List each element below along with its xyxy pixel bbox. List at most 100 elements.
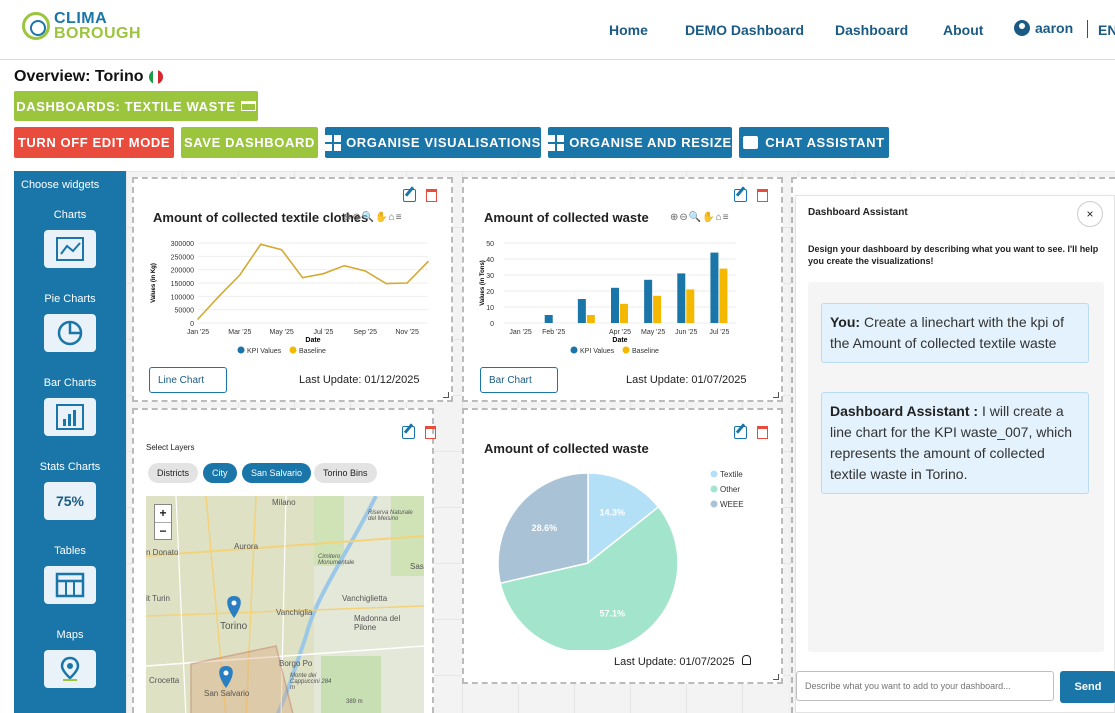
edit-icon[interactable] — [403, 189, 416, 202]
organise-visualisations-label: ORGANISE VISUALISATIONS — [346, 135, 541, 150]
y-tick-label: 10 — [486, 305, 494, 312]
legend-item: Baseline — [299, 348, 326, 355]
page-title: Overview: Torino — [14, 68, 163, 86]
chart-toolbar[interactable]: ⊕⊖🔍✋⌂≡ — [343, 212, 403, 223]
resize-handle[interactable] — [773, 674, 779, 680]
y-axis-title: Values (in Tons) — [480, 260, 486, 306]
sidebar-item-maps[interactable] — [44, 650, 96, 688]
logo-icon — [22, 12, 50, 40]
y-tick-label: 50 — [486, 241, 494, 248]
organise-and-resize-button[interactable]: ORGANISE AND RESIZE — [548, 127, 732, 158]
dashboards-dropdown-button[interactable]: DASHBOARDS: TEXTILE WASTE — [14, 91, 258, 121]
y-tick-label: 0 — [490, 321, 494, 328]
user-name: aaron — [1035, 20, 1074, 36]
turn-off-edit-mode-button[interactable]: TURN OFF EDIT MODE — [14, 127, 174, 158]
y-tick-label: 40 — [486, 257, 494, 264]
close-icon[interactable]: × — [1077, 201, 1103, 227]
nav-home[interactable]: Home — [609, 22, 648, 38]
delete-icon[interactable] — [757, 189, 768, 202]
layer-chip-san-salvario[interactable]: San Salvario — [242, 463, 312, 483]
user-icon — [1014, 20, 1030, 36]
bar — [577, 299, 586, 323]
y-axis-title: Values (in Kg) — [151, 263, 157, 303]
nav-dashboard[interactable]: Dashboard — [835, 22, 908, 38]
bar — [686, 289, 695, 323]
map-view[interactable]: Milano Aurora n Donato it Turin Vanchigl… — [146, 496, 424, 713]
bar — [644, 279, 653, 323]
x-tick-label: Feb '25 — [542, 329, 565, 336]
delete-icon[interactable] — [426, 189, 437, 202]
delete-icon[interactable] — [757, 426, 768, 439]
x-tick-label: Nov '25 — [395, 329, 419, 336]
pie-chart-widget[interactable]: Amount of collected waste 14.3% 57.1% 28.6… — [462, 408, 783, 684]
legend-marker — [710, 500, 718, 508]
y-tick-label: 150000 — [171, 281, 194, 288]
bar — [710, 252, 719, 323]
line-chart-icon — [56, 237, 84, 261]
layer-chip-torino-bins[interactable]: Torino Bins — [314, 463, 377, 483]
nav-about[interactable]: About — [943, 22, 983, 38]
organise-visualisations-button[interactable]: ORGANISE VISUALISATIONS — [325, 127, 541, 158]
assistant-message: Dashboard Assistant : I will create a li… — [821, 392, 1089, 494]
resize-handle[interactable] — [773, 392, 779, 398]
nav-demo-dashboard[interactable]: DEMO Dashboard — [685, 22, 804, 38]
sidebar-item-stats-charts[interactable]: 75% — [44, 482, 96, 520]
chat-assistant-panel: Dashboard Assistant × Design your dashbo… — [795, 195, 1115, 713]
map-label: Monte dei Cappuccini 284 m — [290, 673, 332, 691]
line-chart-widget[interactable]: Amount of collected textile clothes ⊕⊖🔍✋… — [132, 177, 453, 402]
logo-text-line1: CLIMA — [54, 10, 108, 27]
climaborough-logo[interactable]: CLIMA BOROUGH — [22, 10, 141, 42]
zoom-out-button[interactable]: − — [155, 522, 171, 540]
data-point — [406, 282, 408, 284]
sidebar-item-bar-charts[interactable] — [44, 398, 96, 436]
legend-marker — [237, 346, 245, 354]
chat-assistant-button[interactable]: CHAT ASSISTANT — [739, 127, 889, 158]
bar — [611, 287, 619, 323]
data-point — [280, 248, 283, 251]
chart-type-button[interactable]: Bar Chart — [480, 367, 558, 393]
chart-type-button[interactable]: Line Chart — [149, 367, 227, 393]
save-dashboard-button[interactable]: SAVE DASHBOARD — [181, 127, 318, 158]
y-tick-label: 0 — [190, 321, 194, 328]
delete-icon[interactable] — [425, 426, 436, 439]
message-speaker: Dashboard Assistant : — [830, 403, 979, 419]
bar — [719, 268, 728, 323]
zoom-in-button[interactable]: + — [155, 505, 171, 522]
map-widget[interactable]: Select Layers Districts City San Salvari… — [132, 408, 436, 713]
data-point — [259, 243, 262, 246]
edit-icon[interactable] — [402, 426, 415, 439]
bar — [620, 303, 628, 323]
bell-icon[interactable] — [742, 655, 751, 665]
send-button[interactable]: Send — [1060, 671, 1115, 703]
data-point — [218, 295, 220, 298]
chat-input[interactable] — [796, 671, 1054, 701]
pie-chart-icon — [57, 320, 83, 346]
legend-marker — [570, 346, 578, 354]
sidebar-item-charts[interactable] — [44, 230, 96, 268]
x-tick-label: Mar '25 — [228, 329, 251, 336]
legend-item: Baseline — [632, 348, 659, 355]
bar-chart-plot: 0 10 20 30 40 50 Values (in Tons) Jan '25 Feb '2… — [480, 241, 736, 355]
layer-chip-city[interactable]: City — [203, 463, 237, 483]
sidebar-item-tables[interactable] — [44, 566, 96, 604]
chart-toolbar[interactable]: ⊕⊖🔍✋⌂≡ — [670, 212, 730, 223]
resize-handle[interactable] — [443, 392, 449, 398]
slice-label: 28.6% — [532, 523, 558, 533]
grid-icon — [325, 134, 342, 151]
kpi-values-line — [197, 243, 429, 320]
sidebar-item-pie-charts[interactable] — [44, 314, 96, 352]
bar-chart-widget[interactable]: Amount of collected waste ⊕⊖🔍✋⌂≡ 0 10 20 30… — [462, 177, 783, 402]
data-point — [427, 260, 429, 263]
language-switch[interactable]: EN — [1098, 22, 1115, 38]
edit-icon[interactable] — [734, 426, 747, 439]
layer-chip-districts[interactable]: Districts — [148, 463, 198, 483]
textile-icon — [240, 101, 256, 111]
edit-icon[interactable] — [734, 189, 747, 202]
bar-chart-icon — [56, 404, 84, 430]
slice-label: 57.1% — [599, 608, 625, 618]
table-icon — [55, 572, 85, 598]
map-label: n Donato — [146, 548, 179, 557]
user-menu[interactable]: aaron — [1014, 20, 1073, 36]
message-text: Create a linechart with the kpi of the A… — [830, 314, 1064, 351]
bar-chart-title: Amount of collected waste — [484, 210, 649, 225]
